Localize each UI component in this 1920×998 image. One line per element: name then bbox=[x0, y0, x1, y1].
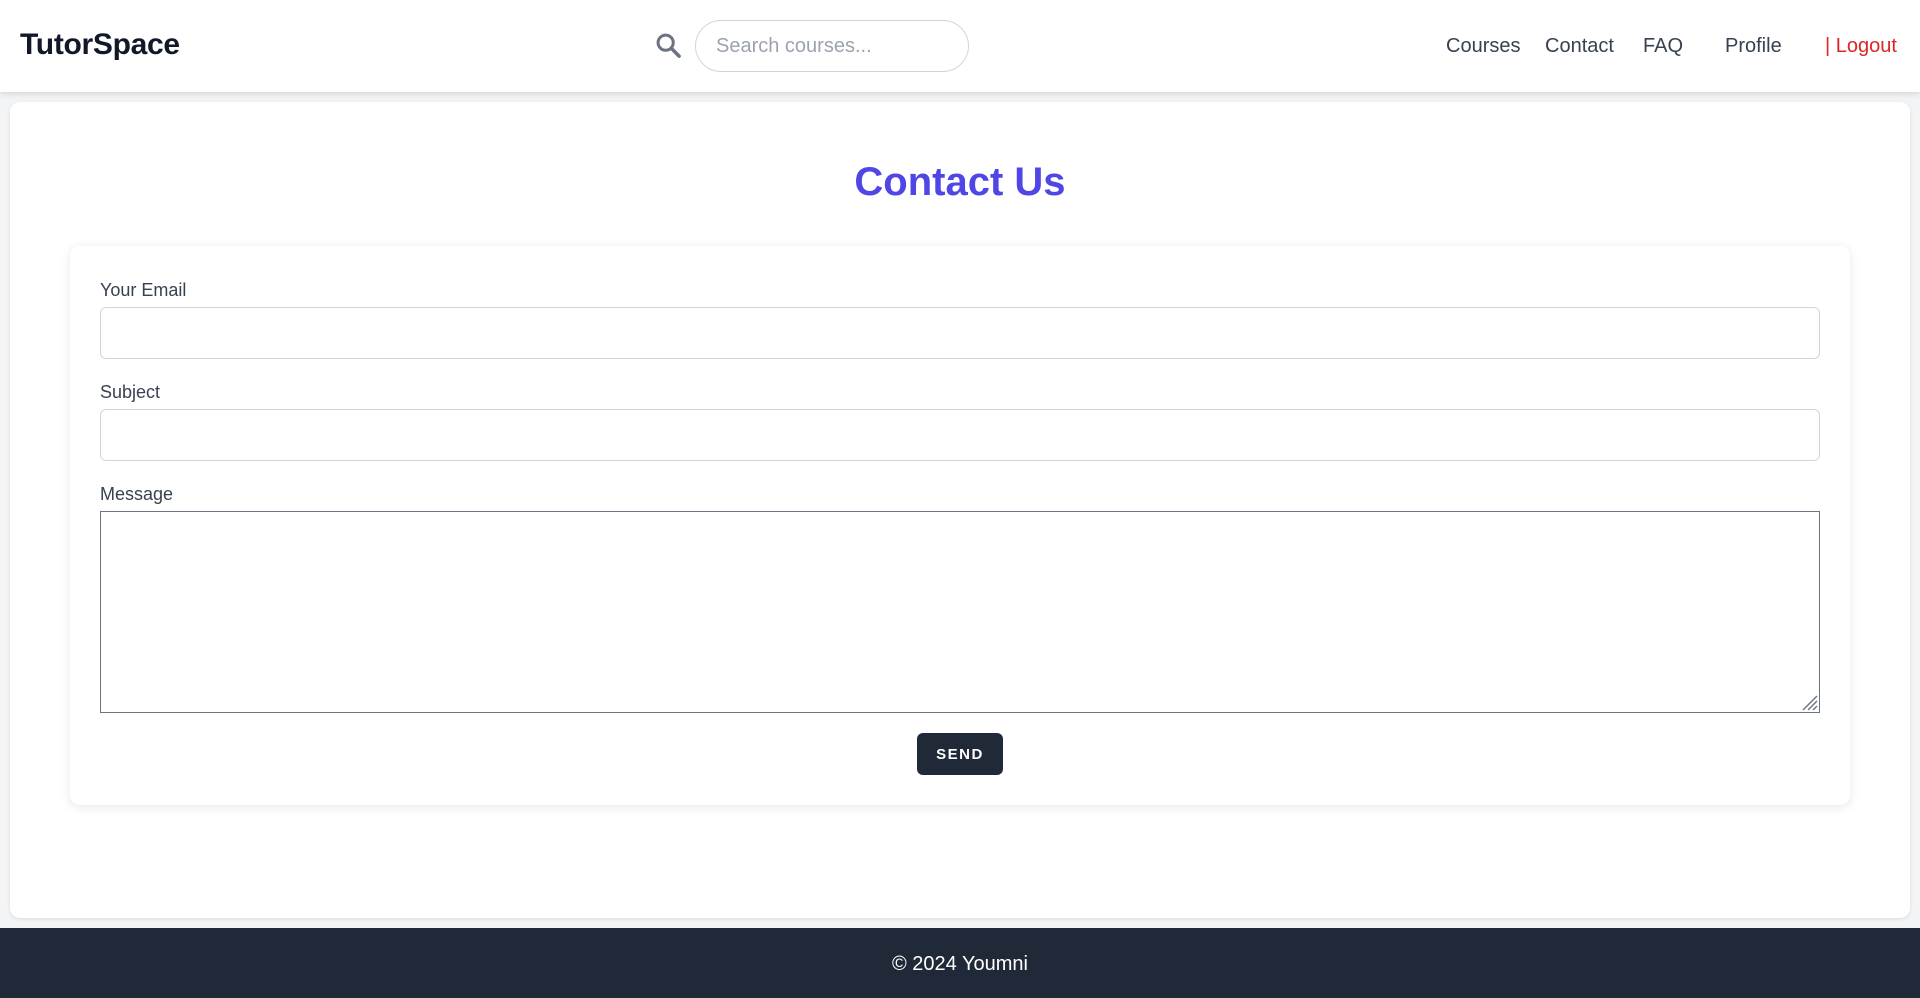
brand-logo[interactable]: TutorSpace bbox=[20, 28, 180, 62]
email-field[interactable] bbox=[100, 307, 1820, 359]
nav-link-courses[interactable]: Courses bbox=[1446, 35, 1520, 58]
subject-label: Subject bbox=[100, 382, 161, 402]
email-label: Your Email bbox=[100, 280, 187, 300]
message-textarea[interactable] bbox=[100, 511, 1820, 713]
navbar: TutorSpace Courses Contact FAQ Profile |… bbox=[0, 0, 1920, 92]
page-title: Contact Us bbox=[854, 160, 1066, 204]
message-label: Message bbox=[100, 484, 174, 504]
subject-field[interactable] bbox=[100, 409, 1820, 461]
footer-copyright: © 2024 Youmni bbox=[892, 953, 1028, 975]
nav-link-logout[interactable]: | Logout bbox=[1825, 35, 1897, 58]
nav-link-contact[interactable]: Contact bbox=[1545, 35, 1614, 58]
resize-handle-icon[interactable] bbox=[1800, 693, 1818, 711]
nav-link-faq[interactable]: FAQ bbox=[1643, 35, 1683, 58]
footer: © 2024 Youmni bbox=[0, 928, 1920, 998]
nav-link-profile[interactable]: Profile bbox=[1725, 35, 1782, 58]
search-input[interactable] bbox=[695, 20, 969, 72]
send-button[interactable]: SEND bbox=[917, 733, 1003, 775]
search-icon[interactable] bbox=[654, 31, 682, 59]
